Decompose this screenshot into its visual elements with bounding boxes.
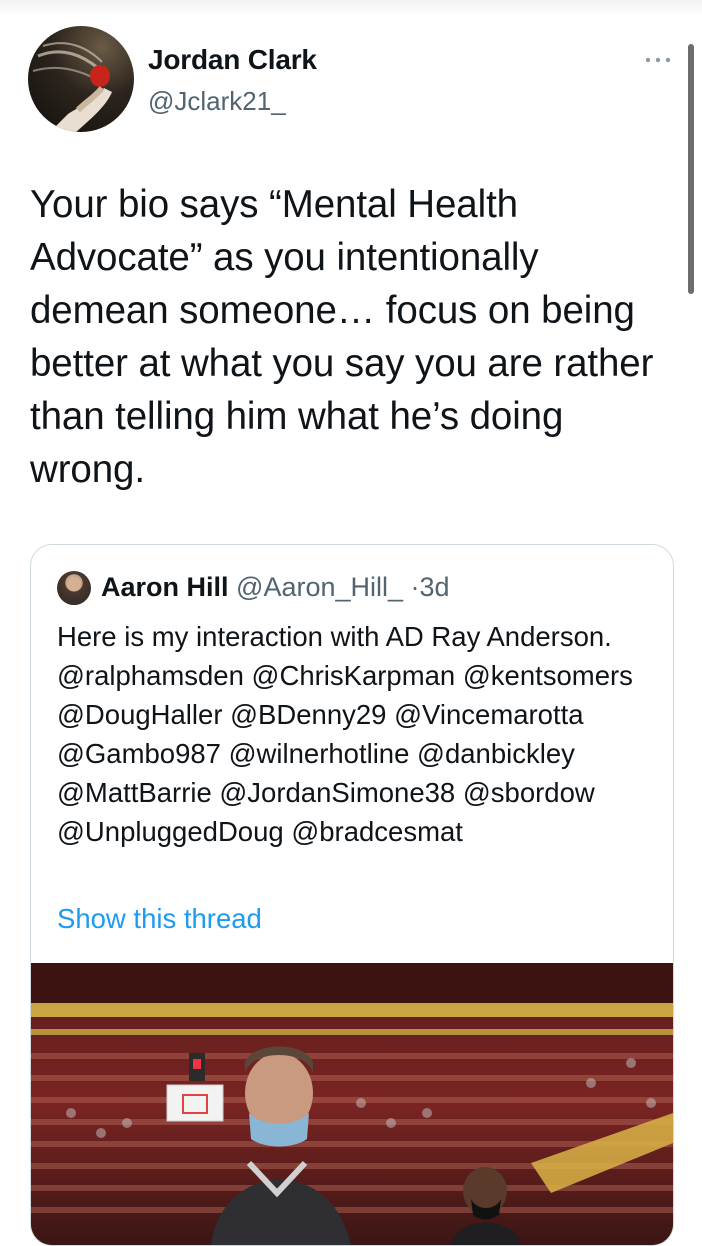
quoted-media[interactable] <box>31 963 673 1245</box>
quoted-header: Aaron Hill @Aaron_Hill_ ·3d <box>101 572 450 603</box>
author-handle[interactable]: @Jclark21_ <box>148 86 286 117</box>
quoted-author-name[interactable]: Aaron Hill <box>101 572 229 602</box>
ellipsis-icon <box>645 57 671 63</box>
quoted-author-avatar[interactable] <box>57 571 91 605</box>
author-avatar[interactable] <box>28 26 134 132</box>
quoted-author-handle[interactable]: @Aaron_Hill_ <box>236 572 403 602</box>
arena-video-thumbnail <box>31 963 673 1245</box>
top-edge <box>0 0 702 18</box>
avatar-person-icon <box>61 577 87 605</box>
more-options-button[interactable] <box>640 48 676 72</box>
quoted-separator: · <box>410 572 420 602</box>
show-thread-link[interactable]: Show this thread <box>57 903 262 935</box>
avatar-painting-icon <box>32 42 112 132</box>
author-name[interactable]: Jordan Clark <box>148 44 317 76</box>
quoted-timestamp[interactable]: 3d <box>420 572 450 602</box>
scrollbar[interactable] <box>688 44 694 294</box>
tweet-text: Your bio says “Mental Health Advocate” a… <box>30 183 654 491</box>
quoted-tweet-text: Here is my interaction with AD Ray Ander… <box>57 621 633 847</box>
quoted-tweet-card[interactable]: Aaron Hill @Aaron_Hill_ ·3d Here is my i… <box>30 544 674 1246</box>
